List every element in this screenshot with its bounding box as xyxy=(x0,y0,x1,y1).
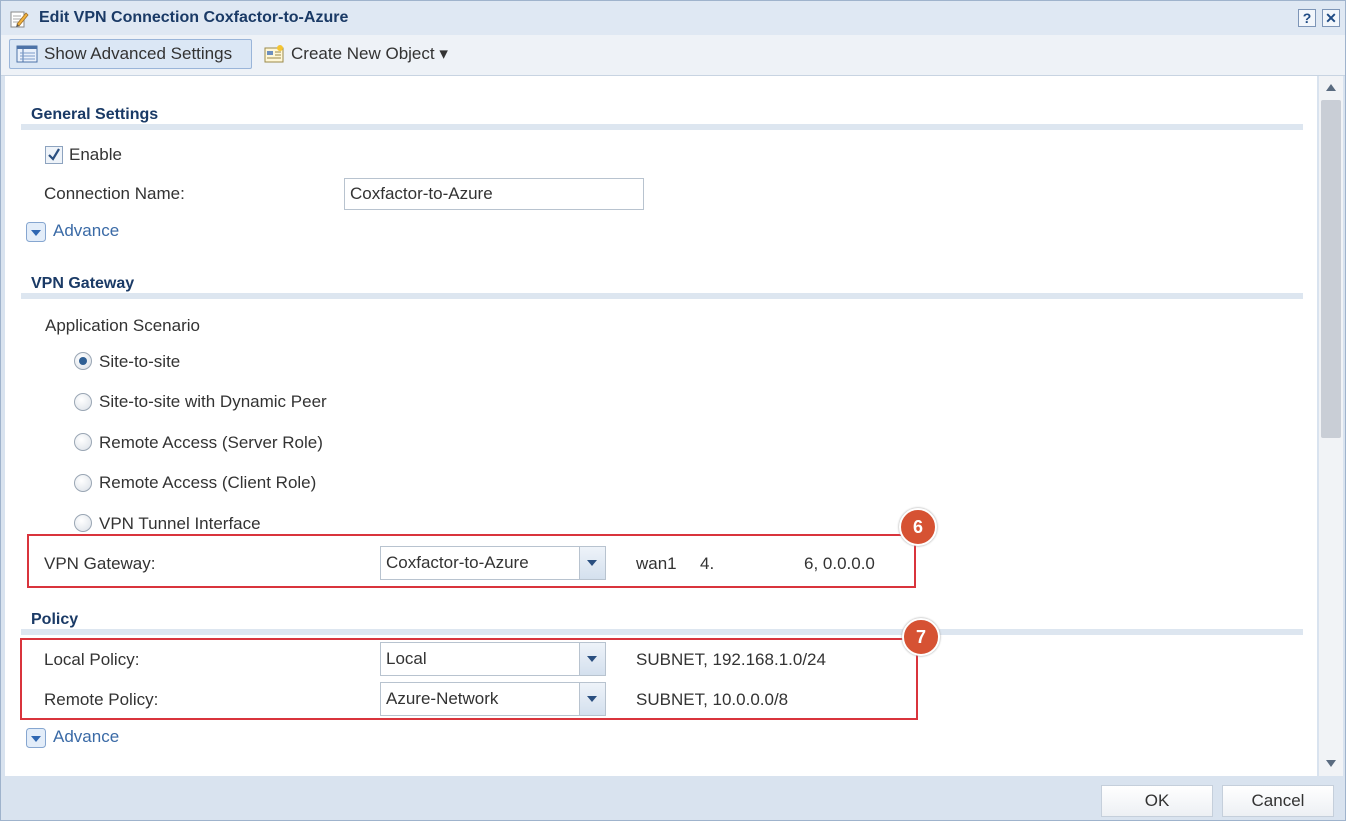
settings-table-icon xyxy=(16,45,38,63)
local-policy-info: SUBNET, 192.168.1.0/24 xyxy=(636,650,826,669)
application-scenario-label: Application Scenario xyxy=(45,316,200,335)
create-new-object-button[interactable]: Create New Object ▾ xyxy=(261,39,448,69)
toolbar: Show Advanced Settings Create New Object… xyxy=(1,35,1345,76)
ok-button[interactable]: OK xyxy=(1101,785,1213,817)
new-object-icon xyxy=(264,45,284,63)
checkmark-icon xyxy=(48,148,60,161)
general-settings-title: General Settings xyxy=(31,106,159,123)
remote-policy-info: SUBNET, 10.0.0.0/8 xyxy=(636,690,789,709)
dropdown-arrow-icon[interactable] xyxy=(579,547,605,579)
callout-7: 7 xyxy=(902,618,940,656)
expand-down-icon[interactable] xyxy=(26,728,46,748)
vpn-gateway-interface: wan1 xyxy=(636,554,677,573)
vpn-gateway-ip-suffix: 6, 0.0.0.0 xyxy=(804,554,875,573)
local-policy-label: Local Policy: xyxy=(44,650,140,669)
remote-policy-select[interactable]: Azure-Network xyxy=(380,682,606,716)
close-button[interactable]: ✕ xyxy=(1322,9,1340,27)
create-new-object-label: Create New Object ▾ xyxy=(291,44,448,63)
remote-policy-label: Remote Policy: xyxy=(44,690,159,709)
local-policy-select[interactable]: Local xyxy=(380,642,606,676)
connection-name-label: Connection Name: xyxy=(44,184,185,203)
title-bar: Edit VPN Connection Coxfactor-to-Azure ?… xyxy=(1,1,1345,35)
radio-label-remote-access-server: Remote Access (Server Role) xyxy=(99,433,323,452)
vpn-gateway-title: VPN Gateway xyxy=(31,275,135,292)
content-panel: General Settings Enable Connection Name:… xyxy=(5,76,1317,776)
vpn-gateway-select[interactable]: Coxfactor-to-Azure xyxy=(380,546,606,580)
help-button[interactable]: ? xyxy=(1298,9,1316,27)
general-advance-link[interactable]: Advance xyxy=(53,221,119,241)
radio-label-site-to-site-dynamic-peer: Site-to-site with Dynamic Peer xyxy=(99,392,327,411)
cancel-button[interactable]: Cancel xyxy=(1222,785,1334,817)
enable-label: Enable xyxy=(69,145,122,164)
radio-label-site-to-site: Site-to-site xyxy=(99,352,181,371)
vpn-gateway-ip-prefix: 4. xyxy=(700,554,715,573)
callout-6: 6 xyxy=(899,508,937,546)
radio-site-to-site-dynamic-peer[interactable] xyxy=(74,393,92,411)
edit-vpn-dialog: Edit VPN Connection Coxfactor-to-Azure ?… xyxy=(0,0,1346,821)
dropdown-arrow-icon[interactable] xyxy=(579,643,605,675)
dialog-title: Edit VPN Connection Coxfactor-to-Azure xyxy=(39,9,349,26)
scroll-up-arrow-icon[interactable] xyxy=(1326,84,1336,91)
show-advanced-settings-button[interactable]: Show Advanced Settings xyxy=(9,39,252,69)
connection-name-input[interactable]: Coxfactor-to-Azure xyxy=(344,178,644,210)
vertical-scrollbar[interactable] xyxy=(1319,76,1343,776)
vpn-gateway-select-value: Coxfactor-to-Azure xyxy=(386,553,529,572)
radio-remote-access-client[interactable] xyxy=(74,474,92,492)
remote-policy-select-value: Azure-Network xyxy=(386,689,499,708)
section-divider xyxy=(21,124,1303,130)
radio-label-vpn-tunnel-interface: VPN Tunnel Interface xyxy=(99,514,261,533)
radio-label-remote-access-client: Remote Access (Client Role) xyxy=(99,473,317,492)
expand-down-icon[interactable] xyxy=(26,222,46,242)
policy-advance-link[interactable]: Advance xyxy=(53,727,119,747)
dropdown-arrow-icon[interactable] xyxy=(579,683,605,715)
show-advanced-settings-label: Show Advanced Settings xyxy=(44,44,233,63)
enable-checkbox[interactable] xyxy=(45,146,63,164)
section-divider xyxy=(21,293,1303,299)
radio-site-to-site[interactable] xyxy=(74,352,92,370)
radio-remote-access-server[interactable] xyxy=(74,433,92,451)
edit-pencil-icon xyxy=(10,11,29,28)
section-divider xyxy=(21,629,1303,635)
policy-title: Policy xyxy=(31,611,79,628)
scroll-thumb[interactable] xyxy=(1321,100,1341,438)
radio-vpn-tunnel-interface[interactable] xyxy=(74,514,92,532)
vpn-gateway-label: VPN Gateway: xyxy=(44,554,156,573)
local-policy-select-value: Local xyxy=(386,649,427,668)
scroll-down-arrow-icon[interactable] xyxy=(1326,760,1336,767)
